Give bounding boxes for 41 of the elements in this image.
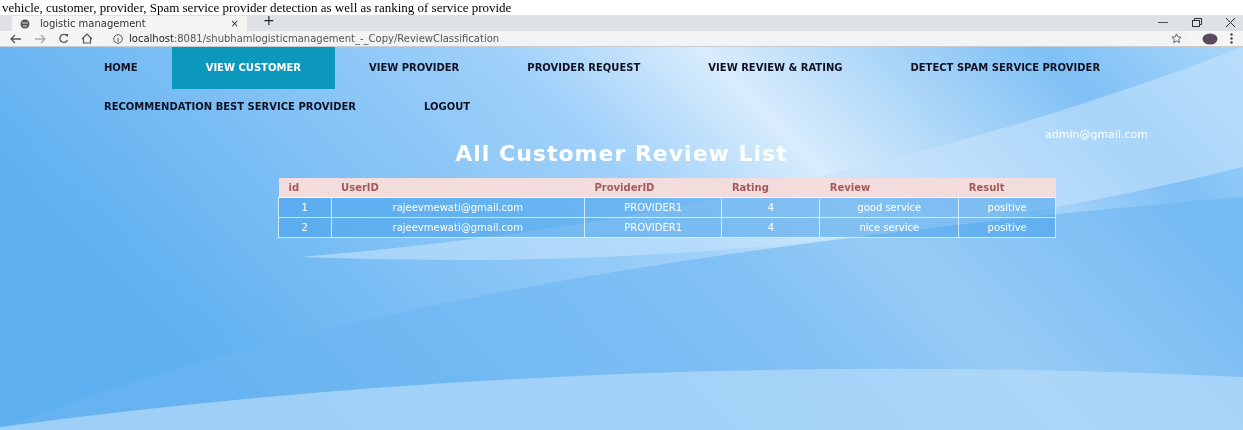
table-cell: positive	[958, 217, 1056, 238]
avatar-icon[interactable]	[1202, 32, 1218, 45]
nav-link[interactable]: LOGOUT	[390, 89, 505, 125]
nav-link[interactable]: VIEW PROVIDER	[334, 47, 494, 89]
column-header: UserID	[331, 178, 585, 198]
star-icon[interactable]	[1171, 33, 1182, 44]
reload-icon[interactable]	[58, 33, 69, 44]
close-icon[interactable]	[1226, 18, 1235, 27]
table-cell: rajeevmewati@gmail.com	[331, 197, 585, 218]
home-icon[interactable]	[81, 33, 93, 44]
globe-icon	[20, 18, 30, 29]
nav-link[interactable]: PROVIDER REQUEST	[493, 47, 675, 89]
column-header: Result	[958, 178, 1056, 198]
table-cell: rajeevmewati@gmail.com	[331, 217, 585, 238]
table-cell: positive	[958, 197, 1056, 218]
column-header: ProviderID	[584, 178, 722, 198]
page-heading: All Customer Review List	[454, 140, 789, 168]
nav-link[interactable]: RECOMMENDATION BEST SERVICE PROVIDER	[70, 89, 390, 125]
user-email: admin@gmail.com	[1045, 127, 1148, 143]
minimize-icon[interactable]	[1158, 21, 1168, 24]
document-text: vehicle, customer, provider, Spam service provider detection as well as ranking of service provide	[1, 0, 513, 15]
table-cell: nice service	[819, 217, 959, 238]
back-icon[interactable]	[10, 33, 22, 44]
menu-icon[interactable]	[1230, 33, 1233, 44]
column-header: Rating	[721, 178, 820, 198]
table-cell: PROVIDER1	[584, 197, 722, 218]
column-header: id	[278, 178, 332, 198]
restore-icon[interactable]	[1192, 18, 1202, 27]
nav-link[interactable]: HOME	[70, 47, 172, 89]
table-cell: good service	[819, 197, 959, 218]
close-tab-button[interactable]: ×	[230, 16, 239, 31]
table-cell: 1	[278, 197, 332, 218]
table-cell: 4	[721, 197, 820, 218]
column-header: Review	[819, 178, 959, 198]
tab-title[interactable]: logistic management	[40, 16, 221, 31]
table-cell: 2	[278, 217, 332, 238]
table-cell: PROVIDER1	[584, 217, 722, 238]
info-icon[interactable]	[113, 33, 123, 44]
table-cell: 4	[721, 217, 820, 238]
nav-link[interactable]: DETECT SPAM SERVICE PROVIDER	[876, 47, 1135, 89]
nav-link[interactable]: VIEW REVIEW & RATING	[674, 47, 877, 89]
